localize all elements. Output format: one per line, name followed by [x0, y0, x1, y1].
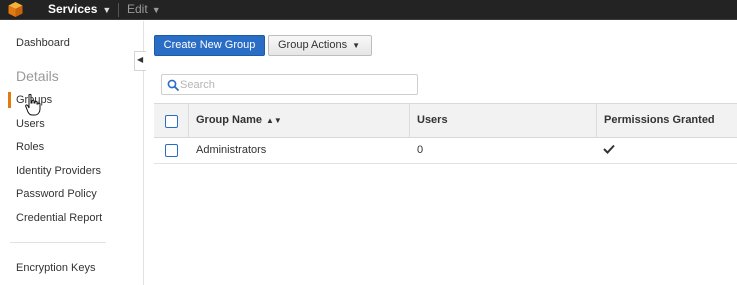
chevron-left-icon: ◀ [137, 55, 144, 64]
table-row[interactable]: Administrators 0 [154, 138, 737, 164]
sidebar-item-encryption-keys[interactable]: Encryption Keys [16, 262, 95, 274]
services-label: Services [48, 2, 98, 16]
sidebar-item-password-policy[interactable]: Password Policy [16, 188, 97, 200]
group-actions-button[interactable]: Group Actions ▼ [268, 35, 372, 56]
select-all-checkbox[interactable] [165, 115, 178, 128]
hand-cursor-icon [25, 94, 41, 116]
sort-icon[interactable]: ▲▼ [266, 116, 282, 125]
sidebar-item-roles[interactable]: Roles [16, 141, 44, 153]
group-name-header-label: Group Name [196, 114, 263, 126]
chevron-down-icon: ▼ [151, 5, 161, 15]
search-box [161, 74, 418, 95]
checkmark-icon [603, 144, 615, 154]
divider [118, 3, 119, 17]
users-count-cell: 0 [417, 144, 424, 156]
column-header-users[interactable]: Users [417, 104, 448, 137]
active-indicator [8, 92, 11, 108]
aws-cube-icon[interactable] [7, 1, 24, 18]
edit-label: Edit [127, 2, 148, 16]
sidebar-divider [10, 242, 106, 243]
table-header: Group Name ▲▼ Users Permissions Granted [154, 103, 737, 138]
sidebar-item-credential-report[interactable]: Credential Report [16, 212, 102, 224]
sidebar-item-identity-providers[interactable]: Identity Providers [16, 165, 101, 177]
sidebar-item-users[interactable]: Users [16, 118, 45, 130]
column-header-permissions-granted[interactable]: Permissions Granted [604, 104, 715, 137]
chevron-down-icon: ▼ [352, 41, 361, 50]
column-divider [188, 104, 189, 137]
column-header-group-name[interactable]: Group Name ▲▼ [196, 104, 282, 137]
create-new-group-button[interactable]: Create New Group [154, 35, 265, 56]
group-name-cell[interactable]: Administrators [196, 138, 266, 163]
row-checkbox[interactable] [165, 144, 178, 157]
search-input[interactable] [180, 76, 410, 93]
top-nav-bar: Services ▼ Edit ▼ [0, 0, 737, 20]
sidebar-item-dashboard[interactable]: Dashboard [16, 37, 70, 49]
search-icon [167, 79, 179, 91]
group-actions-label: Group Actions [278, 39, 348, 51]
services-menu[interactable]: Services ▼ [40, 0, 119, 20]
sidebar: Dashboard Details Groups Users Roles Ide… [0, 21, 144, 285]
sidebar-heading-details: Details [16, 68, 59, 84]
chevron-down-icon: ▼ [102, 5, 112, 15]
edit-menu[interactable]: Edit ▼ [127, 0, 161, 20]
column-divider [409, 104, 410, 137]
column-divider [596, 104, 597, 137]
sidebar-collapse-toggle[interactable]: ◀ [134, 51, 146, 71]
